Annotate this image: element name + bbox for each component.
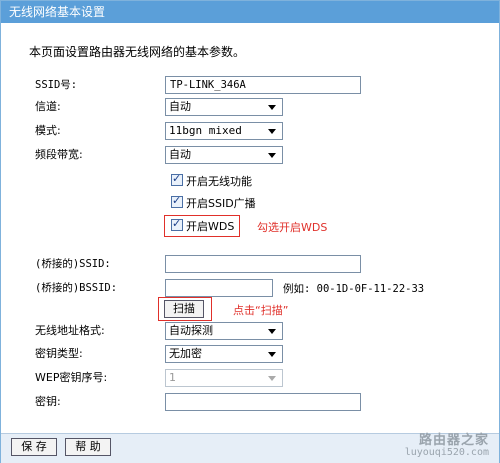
key-label: 密钥:: [35, 395, 61, 408]
key-row: 密钥:: [1, 392, 499, 412]
wep-index-select[interactable]: 1: [165, 369, 283, 387]
enable-wds-checkbox[interactable]: 开启WDS: [171, 216, 235, 235]
scan-button[interactable]: 扫描: [164, 300, 204, 318]
settings-panel: 无线网络基本设置 本页面设置路由器无线网络的基本参数。 SSID号: TP-LI…: [0, 0, 500, 463]
chevron-down-icon: [268, 153, 276, 158]
bandwidth-value: 自动: [169, 148, 191, 161]
mode-row: 模式: 11bgn mixed: [1, 121, 499, 141]
channel-select[interactable]: 自动: [165, 98, 283, 116]
ssid-row: SSID号: TP-LINK_346A: [1, 75, 499, 95]
bridge-ssid-input[interactable]: [165, 255, 361, 273]
bridge-ssid-row: (桥接的)SSID:: [1, 254, 499, 274]
bridge-ssid-label: (桥接的)SSID:: [35, 258, 111, 270]
ssid-label: SSID号:: [35, 79, 78, 91]
key-type-row: 密钥类型: 无加密: [1, 344, 499, 364]
channel-row: 信道: 自动: [1, 97, 499, 117]
address-format-label: 无线地址格式:: [35, 324, 105, 337]
bssid-example: 例如: 00-1D-0F-11-22-33: [283, 283, 425, 295]
mode-select[interactable]: 11bgn mixed: [165, 122, 283, 140]
watermark-url: luyouqi520.com: [404, 447, 489, 458]
watermark-title: 路由器之家: [418, 433, 489, 448]
bandwidth-select[interactable]: 自动: [165, 146, 283, 164]
checkbox-checked-icon: [171, 171, 183, 187]
channel-label: 信道:: [35, 100, 61, 113]
address-format-select[interactable]: 自动探测: [165, 322, 283, 340]
ssid-broadcast-checkbox[interactable]: 开启SSID广播: [171, 193, 256, 212]
channel-value: 自动: [169, 100, 191, 113]
wds-annotation: 勾选开启WDS: [257, 221, 328, 234]
chevron-down-icon: [268, 352, 276, 357]
mode-value: 11bgn mixed: [169, 124, 242, 137]
key-input[interactable]: [165, 393, 361, 411]
key-type-select[interactable]: 无加密: [165, 345, 283, 363]
wep-index-value: 1: [169, 371, 176, 384]
wep-index-label: WEP密钥序号:: [35, 371, 108, 384]
ssid-input[interactable]: TP-LINK_346A: [165, 76, 361, 94]
checkbox-checked-icon: [171, 216, 183, 232]
chevron-down-icon: [268, 129, 276, 134]
checkbox-checked-icon: [171, 193, 183, 209]
address-format-row: 无线地址格式: 自动探测: [1, 321, 499, 341]
chevron-down-icon: [268, 329, 276, 334]
enable-wireless-label: 开启无线功能: [186, 175, 252, 188]
enable-wds-label: 开启WDS: [186, 220, 235, 233]
chevron-down-icon: [268, 105, 276, 110]
bandwidth-row: 频段带宽: 自动: [1, 145, 499, 165]
wep-index-row: WEP密钥序号: 1: [1, 368, 499, 388]
key-type-value: 无加密: [169, 347, 202, 360]
ssid-broadcast-label: 开启SSID广播: [186, 197, 256, 210]
bandwidth-label: 频段带宽:: [35, 148, 83, 161]
enable-wireless-checkbox[interactable]: 开启无线功能: [171, 171, 252, 190]
intro-text: 本页面设置路由器无线网络的基本参数。: [29, 45, 246, 59]
chevron-down-icon: [268, 376, 276, 381]
save-button[interactable]: 保 存: [11, 438, 57, 456]
bridge-bssid-label: (桥接的)BSSID:: [35, 282, 118, 294]
page-title: 无线网络基本设置: [1, 1, 499, 23]
scan-annotation: 点击“扫描”: [233, 304, 289, 317]
address-format-value: 自动探测: [169, 324, 213, 337]
bridge-bssid-row: (桥接的)BSSID: 例如: 00-1D-0F-11-22-33: [1, 278, 499, 298]
watermark: 路由器之家 luyouqi520.com: [404, 433, 489, 459]
bridge-bssid-input[interactable]: [165, 279, 273, 297]
help-button[interactable]: 帮 助: [65, 438, 111, 456]
footer-bar: 保 存 帮 助 路由器之家 luyouqi520.com: [1, 433, 499, 463]
mode-label: 模式:: [35, 124, 61, 137]
key-type-label: 密钥类型:: [35, 347, 83, 360]
